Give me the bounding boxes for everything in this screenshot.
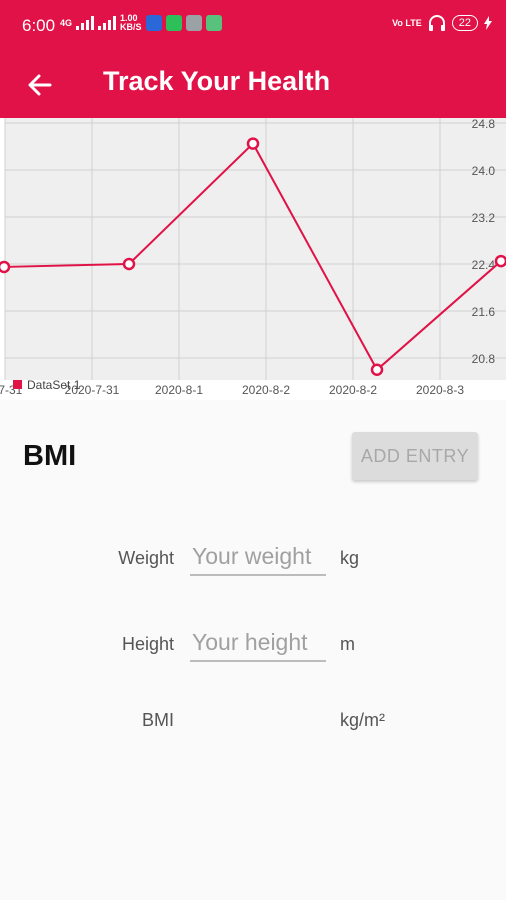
bmi-section-title: BMI xyxy=(23,440,77,472)
y-tick-label: 20.8 xyxy=(472,352,496,366)
data-point xyxy=(246,137,260,150)
add-entry-button[interactable]: ADD ENTRY xyxy=(352,432,478,480)
weight-label: Weight xyxy=(118,548,174,568)
x-tick-label: 2020-8-1 xyxy=(155,383,203,397)
headphones-icon xyxy=(428,15,445,31)
chat-icon xyxy=(205,15,222,31)
data-point xyxy=(494,254,506,268)
back-arrow-icon[interactable] xyxy=(24,69,56,101)
bmi-result-value xyxy=(191,710,321,734)
status-left-icons: 4G 1.00 KB/S xyxy=(60,14,222,32)
app-bar: Track Your Health xyxy=(0,52,506,118)
signal-icon-2 xyxy=(98,16,117,30)
height-unit: m xyxy=(340,634,355,654)
y-tick-label: 21.6 xyxy=(472,305,496,319)
bmi-unit: kg/m² xyxy=(340,710,385,730)
bmi-result-label: BMI xyxy=(141,710,174,730)
status-bar: 6:00 4G 1.00 KB/S Vo LTE 22 xyxy=(0,0,506,52)
volte-label: Vo LTE xyxy=(392,17,422,28)
app-notification-icon xyxy=(145,15,162,31)
network-speed: 1.00 KB/S xyxy=(120,14,142,32)
data-point xyxy=(0,260,11,274)
network-type-label: 4G xyxy=(60,17,73,28)
height-input[interactable] xyxy=(190,624,326,662)
height-label: Height xyxy=(121,634,174,654)
data-point xyxy=(122,257,136,271)
page-title: Track Your Health xyxy=(103,66,331,96)
signal-icon xyxy=(76,16,95,30)
y-tick-label: 23.2 xyxy=(472,211,496,225)
weight-input[interactable] xyxy=(190,538,326,576)
y-tick-label: 24.8 xyxy=(472,118,496,131)
chart-svg: 24.824.023.222.421.620.80-7-312020-7-312… xyxy=(0,118,506,397)
charging-icon xyxy=(484,16,492,30)
x-tick-label: 2020-8-2 xyxy=(329,383,377,397)
x-tick-label: 2020-8-3 xyxy=(416,383,464,397)
data-point xyxy=(370,363,384,376)
plot-background xyxy=(5,118,506,380)
legend-label: DataSet 1 xyxy=(27,378,81,392)
bmi-line-chart[interactable]: 24.824.023.222.421.620.80-7-312020-7-312… xyxy=(0,118,506,400)
x-tick-label: 2020-8-2 xyxy=(242,383,290,397)
legend-swatch xyxy=(13,380,22,389)
y-tick-label: 24.0 xyxy=(472,164,496,178)
whatsapp-icon xyxy=(165,15,182,31)
battery-indicator: 22 xyxy=(451,15,478,31)
gallery-icon xyxy=(185,15,202,31)
status-right-icons: Vo LTE 22 xyxy=(392,14,492,32)
weight-unit: kg xyxy=(340,548,360,568)
status-time: 6:00 xyxy=(22,16,56,35)
speed-unit: KB/S xyxy=(120,22,142,32)
